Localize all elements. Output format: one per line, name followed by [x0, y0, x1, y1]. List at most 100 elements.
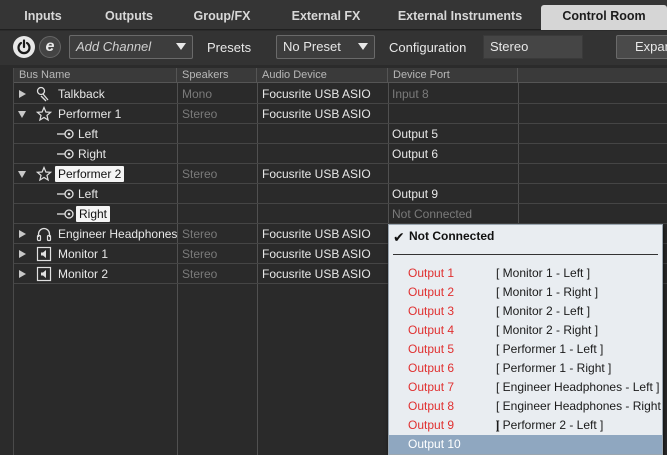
audio-device-value[interactable]: Focusrite USB ASIO — [262, 164, 371, 184]
microphone-icon — [36, 86, 49, 102]
channel-name-edit[interactable]: Right — [76, 206, 111, 222]
port-connection: [ Performer 1 - Right ] — [496, 361, 612, 375]
port-name: Output 9 — [408, 418, 455, 432]
preset-value: No Preset — [283, 39, 341, 54]
speaker-channel-icon — [57, 149, 74, 159]
menu-item-output-2[interactable]: Output 2 [ Monitor 1 - Right ] — [389, 283, 662, 302]
device-port-value[interactable]: Input 8 — [392, 84, 429, 104]
device-port-value[interactable]: Output 6 — [392, 144, 438, 164]
star-icon — [36, 106, 52, 122]
expand-arrow-icon[interactable] — [19, 230, 26, 238]
preset-dropdown[interactable]: No Preset — [276, 35, 375, 59]
menu-item-output-9[interactable]: Output 9 [ Performer 2 - Left ] — [389, 416, 662, 435]
audio-device-value[interactable]: Focusrite USB ASIO — [262, 244, 371, 264]
collapse-arrow-icon[interactable] — [18, 171, 26, 178]
edit-icon: e — [45, 38, 55, 55]
speaker-channel-icon — [57, 129, 74, 139]
audio-device-value[interactable]: Focusrite USB ASIO — [262, 224, 371, 244]
menu-item-output-7[interactable]: Output 7 [ Engineer Headphones - Left ] — [389, 378, 662, 397]
tab-bar: Inputs Outputs Group/FX External FX Exte… — [0, 0, 667, 30]
not-connected-label: Not Connected — [409, 229, 495, 243]
audio-device-value[interactable]: Focusrite USB ASIO — [262, 84, 371, 104]
star-icon — [36, 166, 52, 182]
column-speakers[interactable]: Speakers — [177, 68, 257, 83]
device-port-value[interactable]: Output 9 — [392, 184, 438, 204]
bus-name: Monitor 1 — [58, 247, 109, 261]
table-row[interactable]: Talkback Mono Focusrite USB ASIO Input 8 — [14, 84, 667, 104]
channel-name: Left — [78, 187, 99, 201]
table-row[interactable]: Left Output 9 — [14, 184, 667, 204]
collapse-arrow-icon[interactable] — [18, 111, 26, 118]
audio-device-value[interactable]: Focusrite USB ASIO — [262, 104, 371, 124]
port-name: Output 7 — [408, 380, 455, 394]
speakers-value: Stereo — [182, 167, 218, 181]
menu-item-output-6[interactable]: Output 6 [ Performer 1 - Right ] — [389, 359, 662, 378]
table-row[interactable]: Right Output 6 — [14, 144, 667, 164]
port-connection: [ Monitor 1 - Left ] — [496, 266, 591, 280]
port-connection: [ Performer 2 - Left ] — [496, 418, 604, 432]
menu-item-output-5[interactable]: Output 5 [ Performer 1 - Left ] — [389, 340, 662, 359]
edit-button[interactable]: e — [39, 36, 61, 58]
port-name: Output 4 — [408, 323, 455, 337]
bus-name: Monitor 2 — [58, 267, 109, 281]
port-name: Output 10 — [408, 437, 461, 451]
add-channel-dropdown[interactable]: Add Channel — [69, 35, 193, 59]
presets-label: Presets — [207, 40, 252, 55]
tab-inputs[interactable]: Inputs — [0, 5, 86, 30]
expand-arrow-icon[interactable] — [19, 250, 26, 258]
expand-arrow-icon[interactable] — [19, 270, 26, 278]
power-button[interactable] — [13, 36, 35, 58]
headphones-icon — [36, 227, 52, 242]
port-name: Output 5 — [408, 342, 455, 356]
toolbar: e Add Channel Presets No Preset Configur… — [0, 31, 667, 65]
monitor-speaker-icon — [36, 266, 52, 282]
menu-item-output-1[interactable]: Output 1 [ Monitor 1 - Left ] — [389, 264, 662, 283]
device-port-menu: ✔ Not Connected Output 1 [ Monitor 1 - L… — [388, 224, 663, 455]
device-port-value[interactable]: Output 5 — [392, 124, 438, 144]
port-connection: [ Monitor 2 - Left ] — [496, 304, 591, 318]
port-connection: [ Performer 1 - Left ] — [496, 342, 604, 356]
configuration-label: Configuration — [389, 40, 467, 55]
tab-external-fx[interactable]: External FX — [272, 5, 380, 30]
bus-name: Engineer Headphones — [58, 227, 178, 241]
speakers-value: Stereo — [182, 107, 218, 121]
bus-name: Talkback — [58, 87, 105, 101]
column-audio-device[interactable]: Audio Device — [257, 68, 388, 83]
port-name: Output 3 — [408, 304, 455, 318]
channel-name: Left — [78, 127, 99, 141]
menu-item-output-10[interactable]: Output 10 — [389, 435, 662, 454]
device-port-value[interactable]: Not Connected — [392, 204, 472, 224]
port-name: Output 8 — [408, 399, 455, 413]
menu-item-output-3[interactable]: Output 3 [ Monitor 2 - Left ] — [389, 302, 662, 321]
audio-device-value[interactable]: Focusrite USB ASIO — [262, 264, 371, 284]
table-row[interactable]: Left Output 5 — [14, 124, 667, 144]
table-row[interactable]: Right Not Connected — [14, 204, 667, 224]
channel-name: Right — [78, 147, 107, 161]
table-row[interactable]: Performer 1 Stereo Focusrite USB ASIO — [14, 104, 667, 124]
menu-item-output-8[interactable]: Output 8 [ Engineer Headphones - Right ] — [389, 397, 662, 432]
port-name: Output 2 — [408, 285, 455, 299]
configuration-field[interactable]: Stereo — [483, 35, 583, 59]
speakers-value: Stereo — [182, 267, 218, 281]
column-device-port[interactable]: Device Port — [388, 68, 518, 83]
speaker-channel-icon — [57, 189, 74, 199]
speakers-value: Stereo — [182, 227, 218, 241]
tab-control-room[interactable]: Control Room — [541, 5, 667, 30]
tab-external-instruments[interactable]: External Instruments — [380, 5, 540, 30]
menu-item-not-connected[interactable]: ✔ Not Connected — [389, 225, 662, 247]
add-channel-label: Add Channel — [76, 39, 152, 54]
speaker-channel-icon — [57, 209, 74, 219]
menu-item-output-4[interactable]: Output 4 [ Monitor 2 - Right ] — [389, 321, 662, 340]
port-connection: [ Engineer Headphones - Left ] — [496, 380, 660, 394]
chevron-down-icon — [358, 43, 368, 50]
table-row[interactable]: Performer 2 Stereo Focusrite USB ASIO — [14, 164, 667, 184]
checkmark-icon: ✔ — [393, 229, 405, 245]
port-name: Output 1 — [408, 266, 455, 280]
tab-group-fx[interactable]: Group/FX — [172, 5, 272, 30]
tab-outputs[interactable]: Outputs — [86, 5, 172, 30]
bus-name-edit[interactable]: Performer 2 — [55, 166, 125, 182]
expand-button[interactable]: Expan — [616, 35, 667, 59]
column-bus-name[interactable]: Bus Name — [14, 68, 177, 83]
menu-separator — [393, 254, 658, 255]
expand-arrow-icon[interactable] — [19, 90, 26, 98]
